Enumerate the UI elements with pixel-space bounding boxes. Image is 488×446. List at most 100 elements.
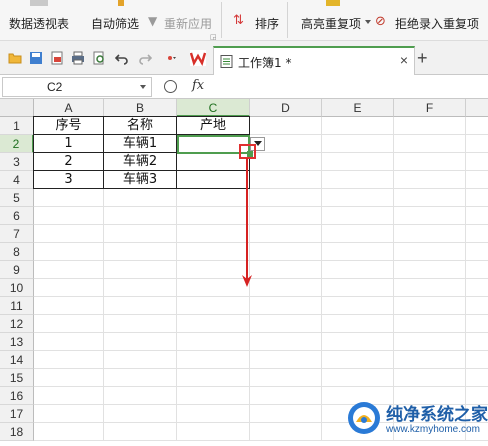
cell[interactable] [177, 369, 250, 387]
cell[interactable] [394, 243, 466, 261]
cell[interactable] [466, 243, 488, 261]
cell[interactable] [34, 261, 104, 279]
cell[interactable] [104, 261, 177, 279]
row-header-11[interactable]: 11 [0, 297, 34, 315]
column-header-d[interactable]: D [250, 99, 322, 117]
cell[interactable] [322, 171, 394, 189]
cell[interactable] [104, 279, 177, 297]
new-tab-button[interactable]: + [417, 48, 428, 69]
cell[interactable] [34, 279, 104, 297]
cell[interactable] [177, 405, 250, 423]
cell[interactable] [322, 207, 394, 225]
cell[interactable] [394, 135, 466, 153]
table-cell[interactable]: 3 [33, 170, 104, 189]
row-header-5[interactable]: 5 [0, 189, 34, 207]
cell[interactable] [466, 171, 488, 189]
cell[interactable] [322, 261, 394, 279]
row-header-4[interactable]: 4 [0, 171, 34, 189]
cell[interactable] [177, 279, 250, 297]
save-icon[interactable] [29, 51, 43, 65]
cell[interactable] [104, 369, 177, 387]
table-cell[interactable]: 1 [33, 134, 104, 153]
cell[interactable] [34, 207, 104, 225]
cell[interactable] [34, 225, 104, 243]
cell[interactable] [466, 351, 488, 369]
cell[interactable] [466, 153, 488, 171]
cell[interactable] [466, 189, 488, 207]
cell[interactable] [250, 243, 322, 261]
cell[interactable] [104, 423, 177, 441]
export-pdf-icon[interactable] [50, 51, 64, 65]
table-header-cell[interactable]: 名称 [103, 116, 177, 135]
cell[interactable] [177, 243, 250, 261]
cell[interactable] [466, 315, 488, 333]
cell[interactable] [394, 369, 466, 387]
sort-button[interactable]: 排序 [255, 15, 279, 32]
cell[interactable] [466, 225, 488, 243]
wps-logo-icon[interactable] [190, 50, 206, 66]
cell[interactable] [177, 315, 250, 333]
table-cell[interactable] [176, 170, 250, 189]
chevron-down-icon[interactable] [365, 20, 371, 24]
column-header-f[interactable]: F [394, 99, 466, 117]
cell[interactable] [34, 315, 104, 333]
cell[interactable] [104, 315, 177, 333]
cell[interactable] [322, 297, 394, 315]
column-header-a[interactable]: A [34, 99, 104, 117]
cell[interactable] [34, 387, 104, 405]
cell[interactable] [104, 225, 177, 243]
cell[interactable] [466, 279, 488, 297]
cell[interactable] [177, 261, 250, 279]
pivot-table-button[interactable]: 数据透视表 [9, 15, 69, 32]
table-header-cell[interactable]: 产地 [176, 116, 250, 135]
row-header-2[interactable]: 2 [0, 135, 34, 153]
cell[interactable] [250, 423, 322, 441]
cell[interactable] [394, 315, 466, 333]
cell[interactable] [394, 117, 466, 135]
zoom-icon[interactable] [164, 80, 177, 93]
cell[interactable] [394, 189, 466, 207]
print-icon[interactable] [71, 51, 85, 65]
row-header-17[interactable]: 17 [0, 405, 34, 423]
cell[interactable] [250, 225, 322, 243]
cell[interactable] [177, 297, 250, 315]
table-cell[interactable]: 车辆2 [103, 152, 177, 171]
cell[interactable] [322, 225, 394, 243]
cell[interactable] [250, 405, 322, 423]
row-header-16[interactable]: 16 [0, 387, 34, 405]
cell[interactable] [250, 153, 322, 171]
row-header-12[interactable]: 12 [0, 315, 34, 333]
cell[interactable] [34, 189, 104, 207]
cell[interactable] [250, 117, 322, 135]
cell[interactable] [466, 333, 488, 351]
cell[interactable] [322, 315, 394, 333]
cell[interactable] [177, 387, 250, 405]
cell[interactable] [466, 135, 488, 153]
insert-function-icon[interactable]: fx [192, 78, 204, 93]
cell[interactable] [322, 243, 394, 261]
customize-toolbar-icon[interactable] [166, 51, 178, 65]
cell[interactable] [394, 153, 466, 171]
table-cell[interactable]: 车辆3 [103, 170, 177, 189]
column-header-e[interactable]: E [322, 99, 394, 117]
redo-icon[interactable] [138, 51, 152, 65]
cell[interactable] [34, 243, 104, 261]
cell[interactable] [394, 279, 466, 297]
autofilter-button[interactable]: 自动筛选 [91, 15, 139, 32]
cell[interactable] [394, 207, 466, 225]
cell[interactable] [104, 207, 177, 225]
row-header-3[interactable]: 3 [0, 153, 34, 171]
cell[interactable] [250, 297, 322, 315]
cell[interactable] [250, 351, 322, 369]
fill-handle[interactable] [247, 151, 253, 157]
cell[interactable] [250, 333, 322, 351]
cell[interactable] [177, 225, 250, 243]
dialog-launcher-icon[interactable]: ◲ [210, 33, 217, 41]
cell[interactable] [466, 261, 488, 279]
cell[interactable] [322, 117, 394, 135]
cell[interactable] [250, 207, 322, 225]
cell[interactable] [394, 261, 466, 279]
cell[interactable] [34, 423, 104, 441]
select-all-corner[interactable] [0, 99, 34, 117]
table-header-cell[interactable]: 序号 [33, 116, 104, 135]
